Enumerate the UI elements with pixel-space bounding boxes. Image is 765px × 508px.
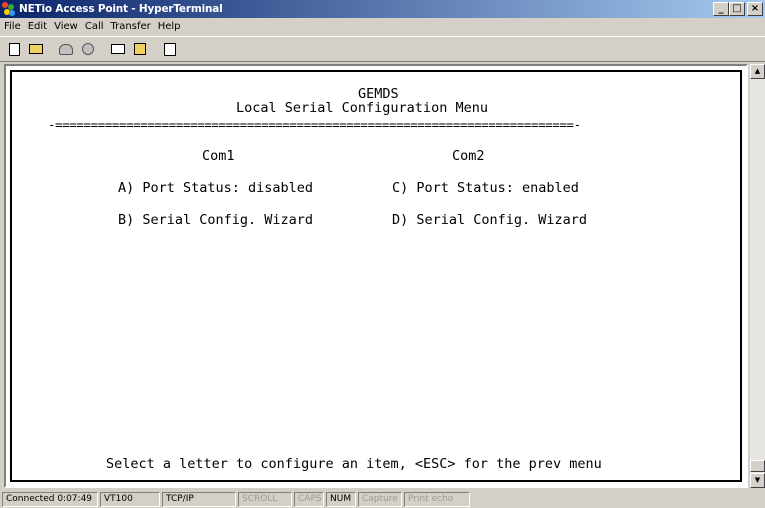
scroll-thumb[interactable] (750, 460, 765, 472)
terminal-prompt: Select a letter to configure an item, <E… (106, 456, 602, 472)
disconnect-button[interactable] (77, 39, 99, 59)
terminal-screen[interactable]: GEMDS Local Serial Configuration Menu -=… (10, 70, 742, 482)
menu-file[interactable]: File (4, 21, 21, 32)
menu-bar: File Edit View Call Transfer Help (0, 18, 765, 35)
send-icon (111, 44, 125, 54)
status-caps: CAPS (294, 491, 324, 507)
new-connection-icon (8, 42, 20, 56)
status-scroll: SCROLL (238, 491, 292, 507)
menu-option-b[interactable]: B) Serial Config. Wizard (118, 212, 313, 228)
minimize-button[interactable]: _ (713, 2, 729, 16)
com2-header: Com2 (452, 148, 485, 164)
terminal-area[interactable]: GEMDS Local Serial Configuration Menu -=… (4, 64, 748, 488)
status-connected: Connected 0:07:49 (2, 491, 98, 507)
scroll-up-button[interactable]: ▲ (750, 64, 765, 79)
call-button[interactable] (55, 39, 77, 59)
new-connection-button[interactable] (3, 39, 25, 59)
menu-call[interactable]: Call (85, 21, 104, 32)
status-emulation: VT100 (100, 491, 160, 507)
receive-button[interactable] (129, 39, 151, 59)
status-protocol: TCP/IP (162, 491, 236, 507)
status-print-echo: Print echo (404, 491, 470, 507)
window-title: NETio Access Point - HyperTerminal (19, 3, 223, 15)
com1-header: Com1 (202, 148, 235, 164)
status-num: NUM (326, 491, 356, 507)
receive-icon (134, 43, 146, 55)
open-button[interactable] (25, 39, 47, 59)
properties-button[interactable] (159, 39, 181, 59)
send-button[interactable] (107, 39, 129, 59)
scroll-down-button[interactable]: ▼ (750, 473, 765, 488)
open-icon (29, 44, 43, 54)
toolbar (0, 36, 765, 62)
status-capture: Capture (358, 491, 402, 507)
properties-icon (164, 42, 176, 56)
menu-edit[interactable]: Edit (28, 21, 47, 32)
vertical-scrollbar[interactable]: ▲ ▼ (750, 64, 765, 488)
menu-option-c[interactable]: C) Port Status: enabled (392, 180, 579, 196)
hyperterminal-app-icon[interactable] (2, 2, 16, 16)
status-bar: Connected 0:07:49 VT100 TCP/IP SCROLL CA… (0, 490, 765, 508)
maximize-button[interactable]: □ (729, 2, 745, 16)
title-bar[interactable]: NETio Access Point - HyperTerminal _ □ × (0, 0, 765, 18)
menu-help[interactable]: Help (158, 21, 181, 32)
close-button[interactable]: × (747, 2, 763, 16)
menu-transfer[interactable]: Transfer (111, 21, 151, 32)
menu-view[interactable]: View (54, 21, 78, 32)
menu-option-a[interactable]: A) Port Status: disabled (118, 180, 313, 196)
call-icon (59, 43, 73, 55)
terminal-rule: -=======================================… (48, 118, 581, 132)
terminal-menu-title: Local Serial Configuration Menu (236, 100, 488, 116)
menu-option-d[interactable]: D) Serial Config. Wizard (392, 212, 587, 228)
disconnect-icon (82, 43, 94, 55)
